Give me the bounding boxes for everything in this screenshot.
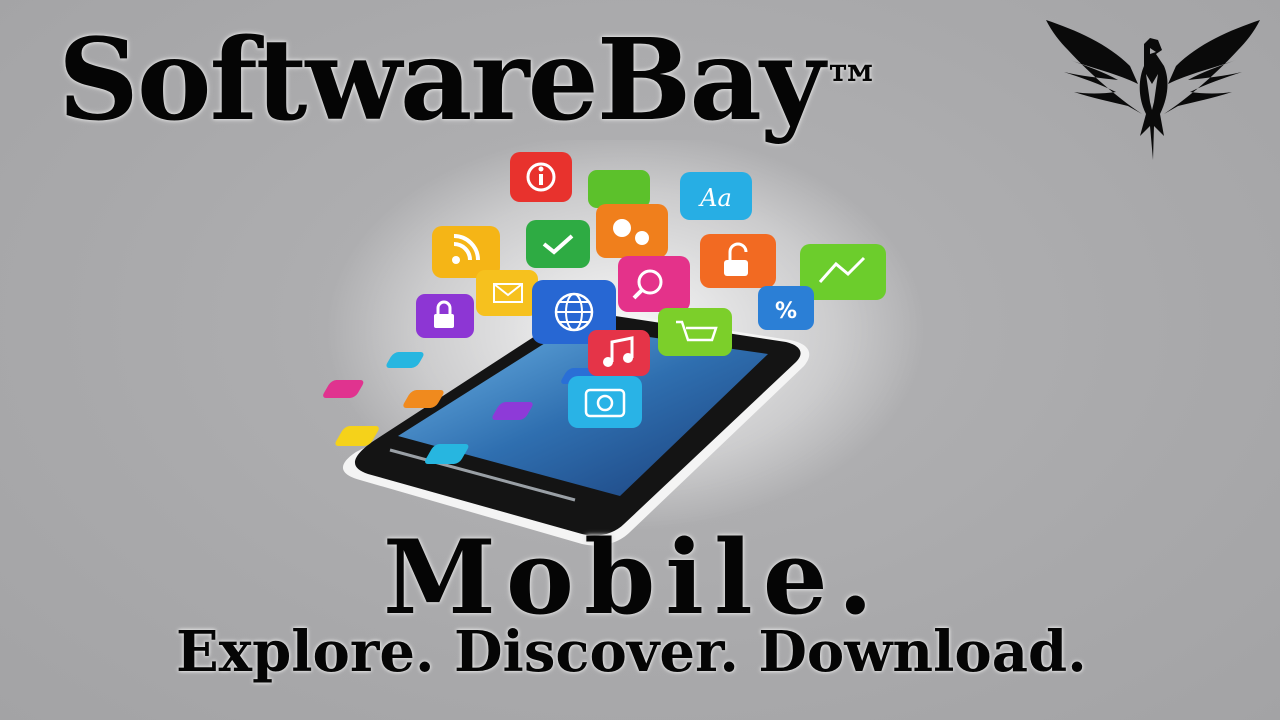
- slogan: Explore. Discover. Download.: [176, 619, 1087, 685]
- svg-text:%: %: [775, 299, 797, 324]
- svg-text:Aa: Aa: [698, 184, 732, 212]
- trademark-symbol: ™: [823, 53, 882, 121]
- phone-illustration: Aa %: [320, 140, 940, 560]
- brand-name: SoftwareBay: [58, 15, 825, 146]
- brand-title: SoftwareBay™: [58, 6, 881, 156]
- eagle-logo-icon: [1046, 14, 1260, 164]
